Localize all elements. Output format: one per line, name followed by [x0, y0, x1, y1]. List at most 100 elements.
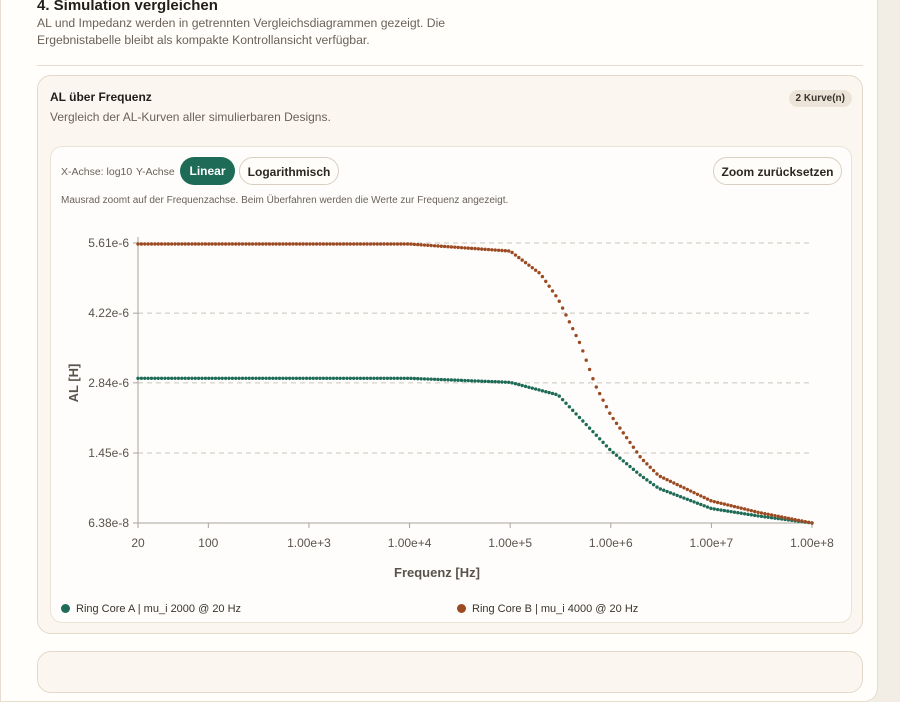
series-a-point — [176, 376, 181, 380]
series-a-point — [614, 453, 619, 457]
series-b-point — [662, 476, 666, 480]
series-a-point — [308, 376, 312, 380]
series-b-point — [429, 243, 433, 248]
series-b-point — [156, 242, 160, 246]
series-b-point — [480, 247, 484, 251]
series-b-point — [469, 246, 474, 251]
series-a-point — [395, 376, 400, 380]
series-a-point — [702, 504, 706, 508]
series-a-point — [705, 505, 710, 509]
series-b-point — [183, 242, 187, 246]
y-tick-label: 1.45e-6 — [88, 446, 129, 460]
series-b-point — [203, 242, 208, 246]
series-a-point — [173, 376, 177, 380]
series-b-point — [719, 501, 723, 506]
series-b-point — [136, 242, 140, 246]
series-b-point — [281, 242, 285, 246]
series-b-point — [540, 274, 545, 279]
series-a-point — [318, 376, 322, 380]
series-b-point — [736, 505, 740, 510]
series-a-point — [624, 462, 629, 466]
x-tick-label: 1.00e+3 — [287, 536, 331, 550]
series-b-point — [793, 517, 797, 522]
series-b-point — [520, 258, 524, 262]
series-b-point — [507, 249, 511, 253]
series-a-point — [574, 412, 578, 416]
series-b-point — [257, 242, 262, 246]
series-a-point — [210, 376, 214, 380]
series-a-point — [456, 378, 460, 382]
series-a-point — [378, 376, 383, 380]
series-b-point — [645, 462, 649, 466]
x-tick-label: 100 — [198, 536, 218, 550]
series-a-point — [412, 376, 417, 381]
series-a-point — [651, 482, 656, 487]
series-a-point — [587, 426, 592, 430]
series-b-point — [230, 242, 235, 246]
series-b-point — [604, 405, 609, 409]
curve-count-badge: 2 Kurve(n) — [788, 90, 852, 107]
series-b-point — [702, 495, 706, 500]
x-tick-label: 1.00e+4 — [388, 536, 432, 550]
series-a-point — [722, 508, 727, 513]
series-a-point — [247, 376, 251, 380]
series-b-point — [426, 243, 430, 247]
series-b-point — [405, 242, 410, 246]
series-a-point — [463, 378, 467, 383]
series-a-point — [523, 384, 528, 389]
y-tick-label: 2.84e-6 — [88, 376, 129, 390]
series-a-point — [688, 498, 693, 503]
series-a-point — [402, 376, 406, 380]
series-b-point — [402, 242, 406, 246]
legend-marker-a — [61, 604, 70, 613]
series-b-point — [139, 242, 144, 246]
series-a-point — [628, 464, 632, 469]
series-b-point — [419, 243, 423, 247]
series-b-point — [688, 489, 693, 493]
series-b-point — [314, 242, 319, 246]
series-b-point — [523, 260, 528, 265]
series-b-point — [284, 242, 288, 246]
series-b-point — [392, 242, 396, 246]
series-b-point — [628, 440, 632, 445]
series-b-point — [557, 299, 561, 303]
series-b-point — [608, 411, 612, 415]
series-a-point — [507, 380, 511, 384]
series-a-point — [753, 513, 757, 518]
series-a-point — [207, 376, 211, 380]
series-b-point — [456, 245, 460, 250]
series-a-point — [517, 382, 521, 387]
series-b-point — [190, 242, 194, 246]
series-a-point — [469, 379, 474, 383]
series-b-point — [173, 242, 177, 246]
series-a-point — [291, 376, 295, 380]
series-b-point — [668, 479, 673, 484]
series-b-point — [234, 242, 238, 246]
series-b-point — [193, 242, 197, 246]
series-a-point — [405, 376, 410, 380]
series-a-point — [237, 376, 241, 380]
series-a-point — [638, 473, 642, 477]
series-b-point — [503, 249, 508, 253]
series-a-point — [453, 378, 457, 382]
legend-item-series-b[interactable]: Ring Core B | mu_i 4000 @ 20 Hz — [457, 603, 638, 615]
legend-item-series-a[interactable]: Ring Core A | mu_i 2000 @ 20 Hz — [61, 603, 241, 615]
series-b-point — [746, 508, 750, 512]
series-b-point — [655, 472, 659, 476]
legend-label-a: Ring Core A | mu_i 2000 @ 20 Hz — [76, 603, 242, 615]
series-b-point — [351, 242, 356, 246]
series-a-point — [513, 382, 518, 386]
series-b-point — [304, 242, 309, 246]
series-a-point — [355, 376, 359, 380]
y-tick-label: 4.22e-6 — [88, 306, 129, 320]
al-frequency-chart[interactable]: 6.38e-8 1.45e-6 2.84e-6 4.22e-6 5.61e-6 20 100… — [51, 147, 851, 587]
series-b-point — [732, 504, 737, 509]
series-b-point — [739, 506, 743, 510]
series-a-point — [486, 379, 491, 384]
chart-container: X-Achse: log10 Y-Achse Linear Logarithmi… — [50, 146, 852, 623]
series-b-point — [355, 242, 359, 246]
series-a-point — [409, 376, 413, 381]
series-b-point — [564, 313, 568, 317]
series-b-point — [685, 487, 690, 492]
series-b-point — [200, 242, 204, 246]
